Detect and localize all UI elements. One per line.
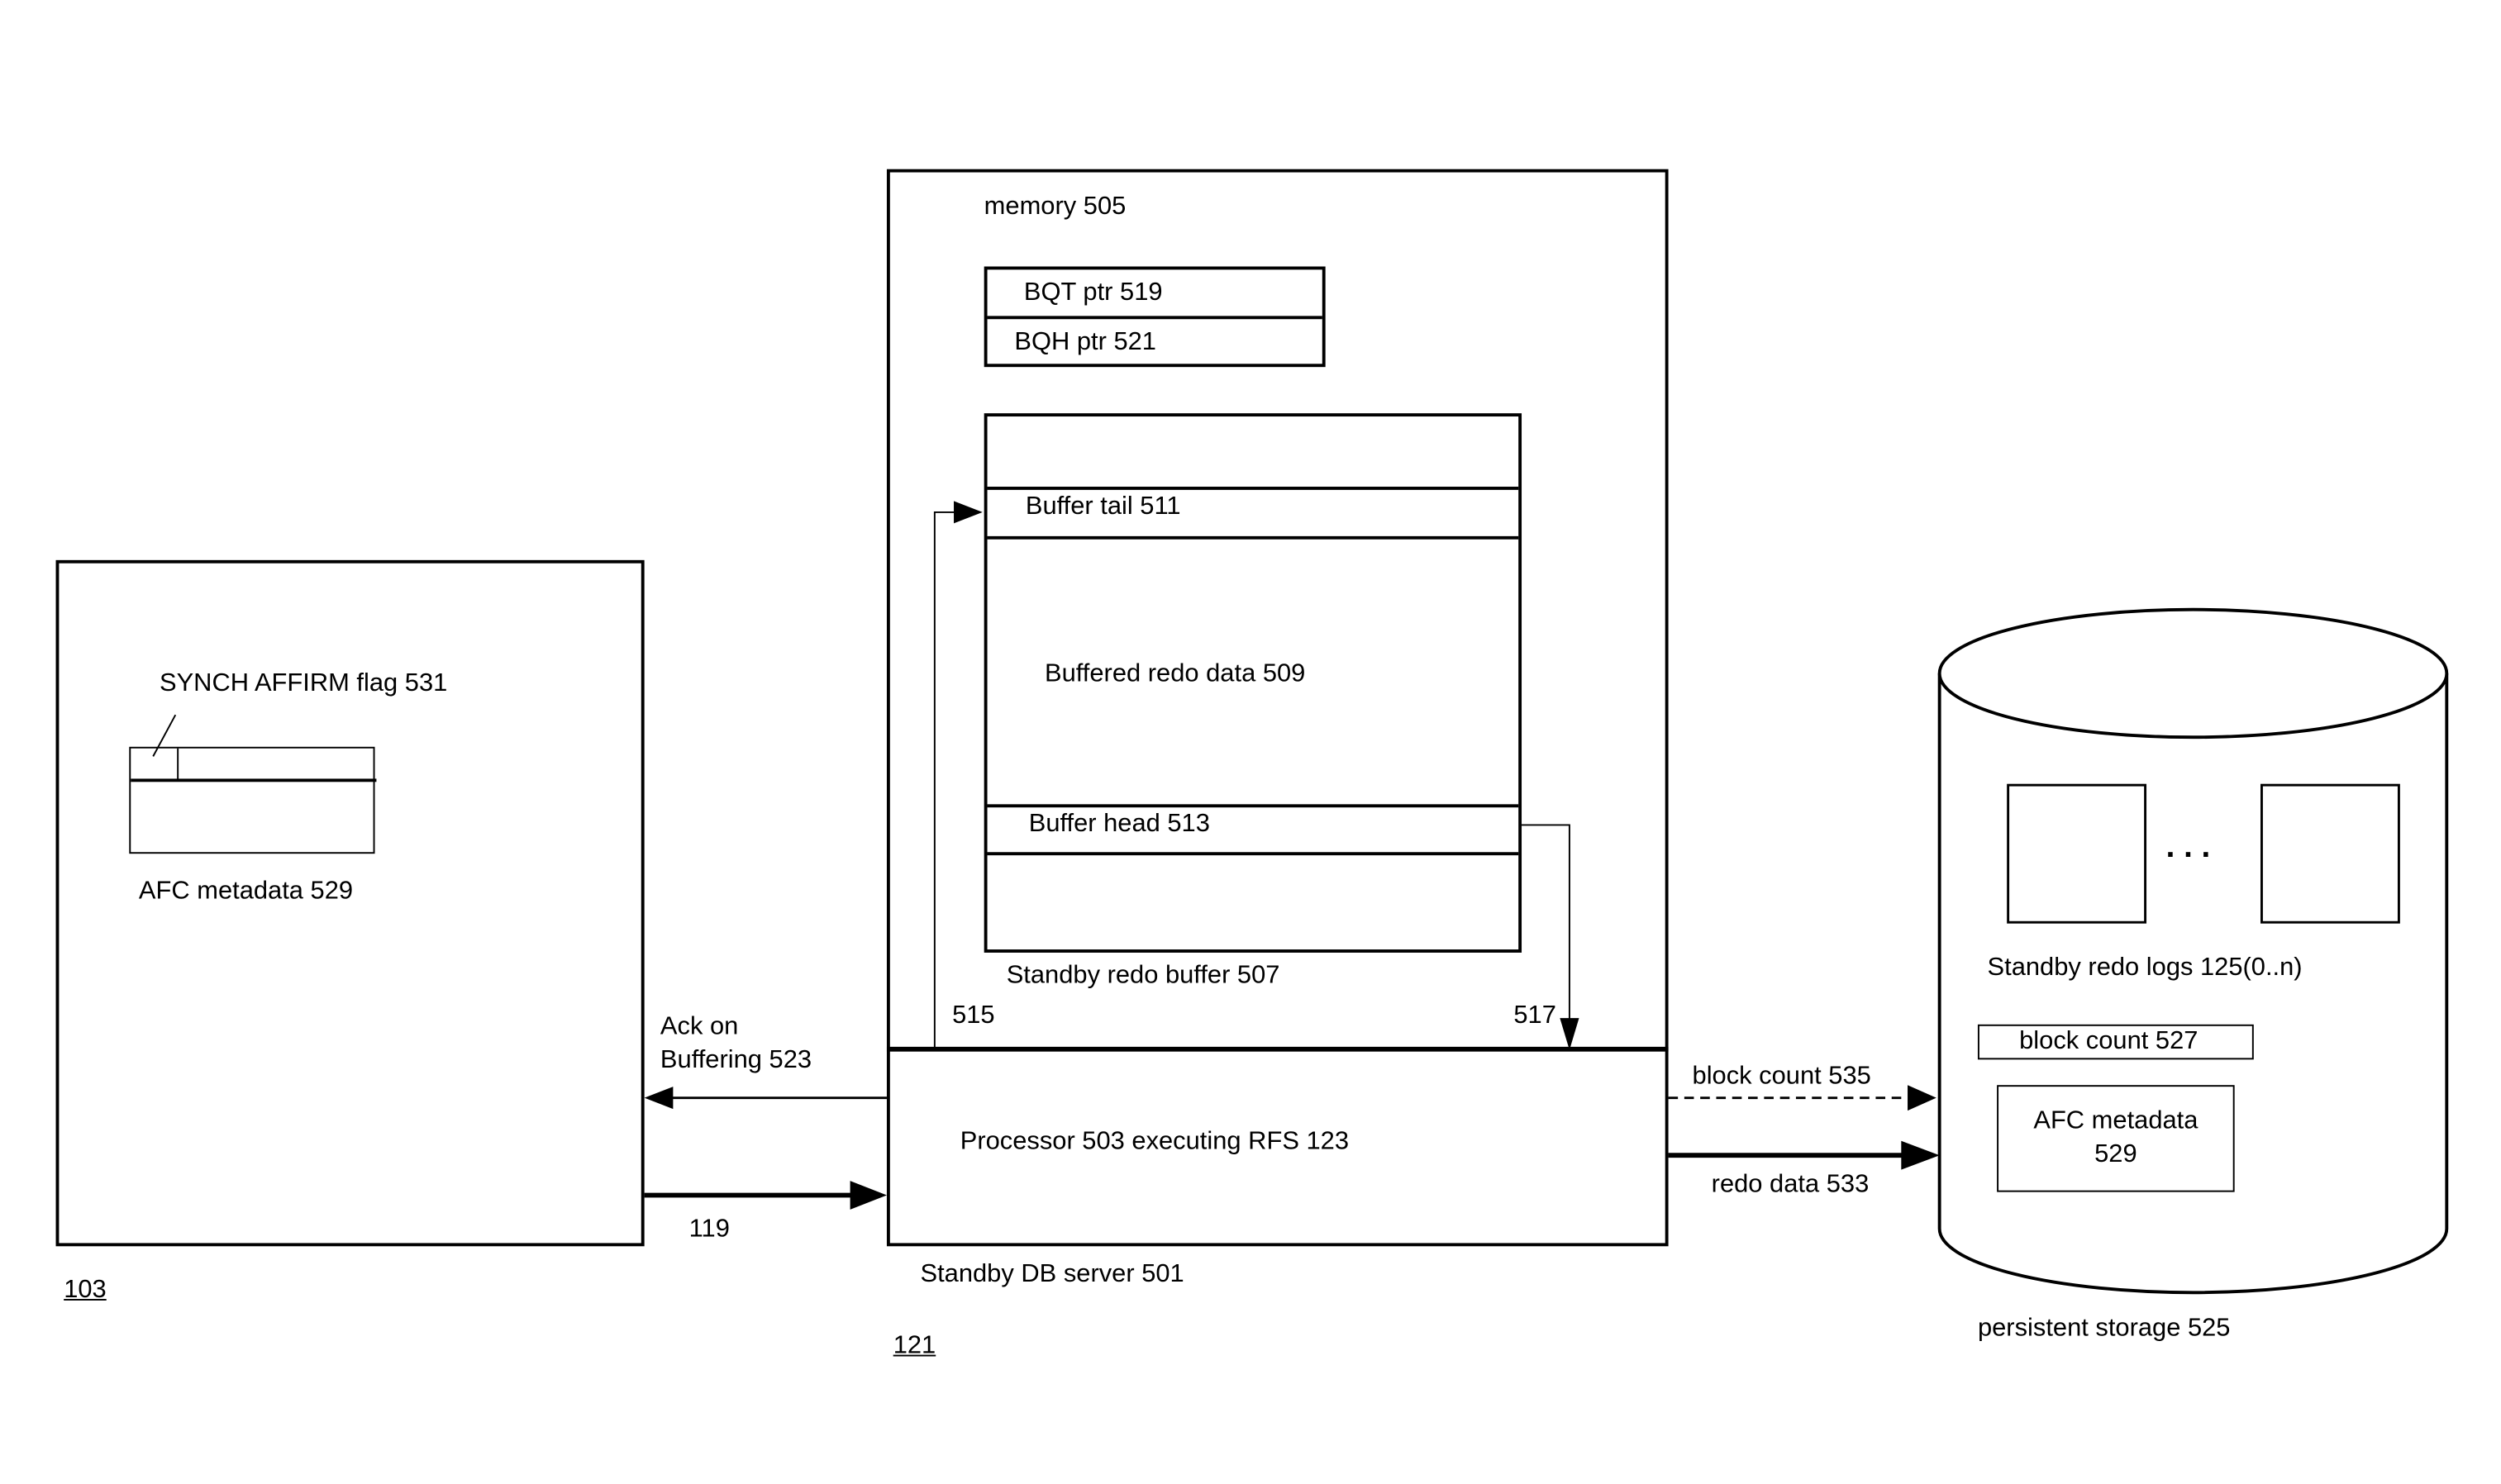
head-link-label: 517 [1513, 1001, 1556, 1030]
cylinder-top [1937, 607, 2449, 740]
buffer-head-top-divider [987, 804, 1519, 808]
buffer-head-bottom-divider [987, 852, 1519, 856]
standby-system-ref: 121 [893, 1332, 936, 1360]
buffer-tail-top-divider [987, 487, 1519, 490]
processor-label: Processor 503 executing RFS 123 [960, 1128, 1350, 1156]
standby-server-label: Standby DB server 501 [920, 1260, 1184, 1288]
block-count-link-label: block count 535 [1692, 1063, 1871, 1091]
block-count-arrowhead [1908, 1085, 1936, 1111]
primary-system-ref: 103 [64, 1276, 107, 1304]
persistent-storage-caption: persistent storage 525 [1977, 1315, 2231, 1343]
bqt-pointer-label: BQT ptr 519 [1023, 278, 1163, 307]
storage-afc-metadata-box [1997, 1085, 2235, 1192]
storage-afc-metadata-label-line1: AFC metadata [2033, 1107, 2198, 1135]
storage-afc-metadata-label-line2: 529 [2094, 1140, 2137, 1168]
redo-stream-label: 119 [688, 1215, 730, 1244]
tail-link-label: 515 [952, 1001, 995, 1030]
ack-arrowhead [644, 1087, 674, 1110]
pointers-divider [987, 316, 1322, 320]
standby-redo-logs-label: Standby redo logs 125(0..n) [1987, 954, 2303, 982]
memory-label: memory 505 [984, 193, 1127, 221]
buffered-redo-data-label: Buffered redo data 509 [1045, 660, 1306, 688]
diagram-canvas: SYNCH AFFIRM flag 531 AFC metadata 529 1… [0, 0, 2501, 1484]
redo-logs-ellipsis: . . . [2165, 830, 2211, 865]
ack-label-line2: Buffering 523 [660, 1046, 812, 1074]
ack-label-line1: Ack on [660, 1013, 739, 1041]
synch-affirm-flag-label: SYNCH AFFIRM flag 531 [159, 670, 448, 697]
synch-affirm-flag-cell [177, 748, 179, 781]
memory-processor-divider [886, 1046, 1669, 1052]
redo-log-first [2007, 783, 2147, 924]
buffer-head-label: Buffer head 513 [1028, 811, 1210, 838]
block-count-field-label: block count 527 [2019, 1027, 2198, 1055]
redo-stream-arrowhead [850, 1181, 887, 1210]
afc-metadata-record [129, 746, 377, 854]
bqh-pointer-label: BQH ptr 521 [1014, 328, 1156, 356]
redo-log-last [2260, 783, 2400, 924]
redo-data-link-label: redo data 533 [1711, 1171, 1870, 1199]
buffer-tail-bottom-divider [987, 535, 1519, 540]
redo-data-arrowhead [1901, 1140, 1940, 1170]
record-header-divider [131, 778, 377, 782]
buffer-tail-label: Buffer tail 511 [1025, 492, 1181, 521]
primary-afc-metadata-label: AFC metadata 529 [138, 878, 354, 905]
standby-redo-buffer-caption: Standby redo buffer 507 [1006, 962, 1280, 990]
